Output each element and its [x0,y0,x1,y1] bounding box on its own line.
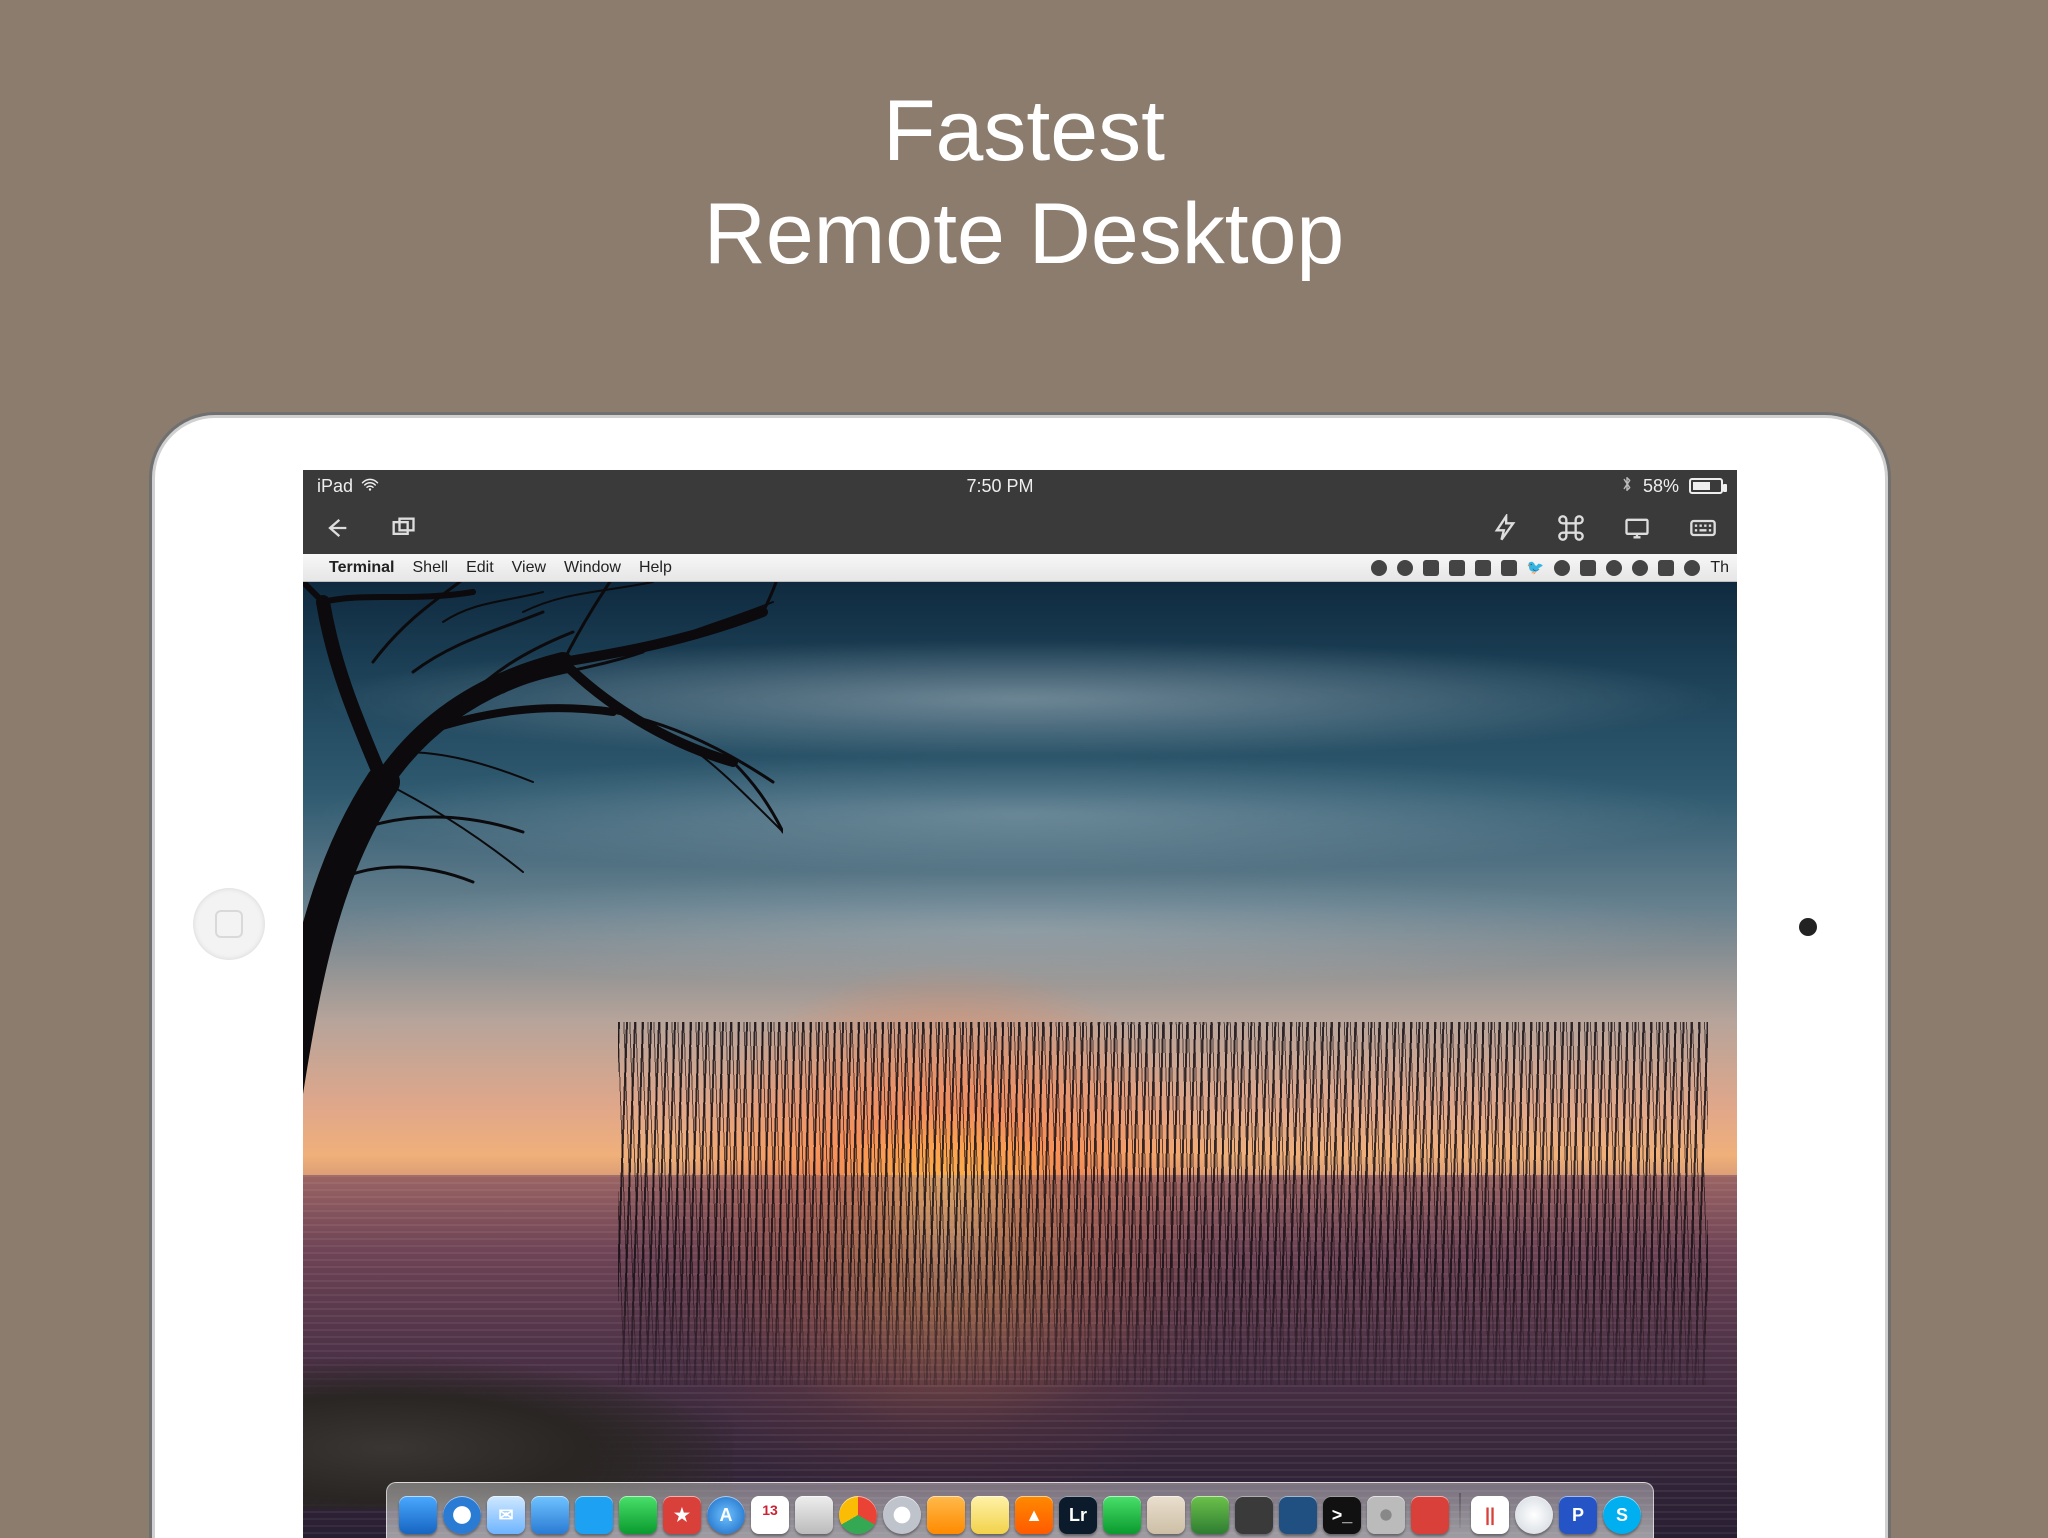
dock-appx[interactable] [1411,1496,1449,1534]
dock-wunderlist[interactable]: ★ [663,1496,701,1534]
remote-screen[interactable]: Terminal Shell Edit View Window Help 🐦 Th [303,554,1737,1538]
ipad-frame: iPad 7:50 PM 58% [155,418,1885,1538]
dock-evernote[interactable] [1191,1496,1229,1534]
display-mode-button[interactable] [1621,512,1653,544]
dock-safari[interactable] [443,1496,481,1534]
ios-status-bar: iPad 7:50 PM 58% [303,470,1737,502]
mac-dock: ✉ ★A 13 ♪ ▲Lr >_ || PS [303,1482,1737,1538]
app-toolbar [303,502,1737,554]
dock-pandora[interactable]: P [1559,1496,1597,1534]
carrier-label: iPad [317,476,353,497]
dock-downloads[interactable] [1515,1496,1553,1534]
mac-menu-help[interactable]: Help [639,559,672,577]
target-icon[interactable] [1554,560,1570,576]
dock-preview[interactable] [795,1496,833,1534]
bowler-icon[interactable] [1475,560,1491,576]
quick-actions-button[interactable] [1489,512,1521,544]
dock-app-store[interactable]: A [707,1496,745,1534]
dock-facetime[interactable] [1103,1496,1141,1534]
battery-icon [1689,478,1723,494]
promo-headline: Fastest Remote Desktop [0,80,2048,286]
mac-menu-view[interactable]: View [512,559,546,577]
ipad-home-button[interactable] [193,888,265,960]
headline-line2: Remote Desktop [0,183,2048,286]
keyboard-button[interactable] [1687,512,1719,544]
dock-separator [1459,1493,1461,1528]
dock-tweetbot[interactable] [531,1496,569,1534]
lock-icon[interactable] [1580,560,1596,576]
umbrella-icon[interactable] [1371,560,1387,576]
dock-messages[interactable] [619,1496,657,1534]
clock-label: 7:50 PM [379,476,1621,497]
ipad-screen: iPad 7:50 PM 58% [303,470,1737,1538]
twitter-icon[interactable]: 🐦 [1527,559,1544,576]
sync-icon[interactable] [1632,560,1648,576]
dock-parallels[interactable]: || [1471,1496,1509,1534]
modifier-keys-button[interactable] [1555,512,1587,544]
cloud-icon[interactable] [1501,560,1517,576]
calendar-day-label: 13 [751,1502,789,1518]
dock-chrome[interactable] [839,1496,877,1534]
back-button[interactable] [321,512,353,544]
dock-calendar[interactable]: 13 [751,1496,789,1534]
display-icon[interactable] [1658,560,1674,576]
dock-notes[interactable] [971,1496,1009,1534]
ipad-camera [1799,918,1817,936]
drive-icon[interactable] [1449,560,1465,576]
wallpaper-tree [303,582,783,1112]
volume-icon[interactable] [1684,560,1700,576]
dock-finder[interactable] [399,1496,437,1534]
mac-menu-shell[interactable]: Shell [413,559,449,577]
headline-line1: Fastest [0,80,2048,183]
dock-itunes[interactable]: ♪ [883,1496,921,1534]
bluetooth-icon [1621,475,1633,498]
dock-sublime[interactable] [1235,1496,1273,1534]
mac-menu-edit[interactable]: Edit [466,559,494,577]
dock-twitter[interactable] [575,1496,613,1534]
dock-reeder[interactable] [1147,1496,1185,1534]
dock-sourcetree[interactable] [1279,1496,1317,1534]
wifi-icon [361,476,379,497]
dock-vlc[interactable]: ▲ [1015,1496,1053,1534]
mac-menubar: Terminal Shell Edit View Window Help 🐦 Th [303,554,1737,582]
airplay-icon[interactable] [1606,560,1622,576]
dock-ibooks[interactable] [927,1496,965,1534]
dock-sysprefs[interactable] [1367,1496,1405,1534]
dock-lightroom[interactable]: Lr [1059,1496,1097,1534]
battery-percent-label: 58% [1643,476,1679,497]
menubar-clock[interactable]: Th [1710,559,1729,577]
arrow-up-icon[interactable] [1423,560,1439,576]
active-app-name[interactable]: Terminal [329,559,395,577]
dropbox-icon[interactable] [1397,560,1413,576]
dock-iterm[interactable]: >_ [1323,1496,1361,1534]
dock-skype[interactable]: S [1603,1496,1641,1534]
dock-mail[interactable]: ✉ [487,1496,525,1534]
windows-button[interactable] [387,512,419,544]
mac-menu-window[interactable]: Window [564,559,621,577]
desktop-wallpaper: ✉ ★A 13 ♪ ▲Lr >_ || PS [303,582,1737,1538]
